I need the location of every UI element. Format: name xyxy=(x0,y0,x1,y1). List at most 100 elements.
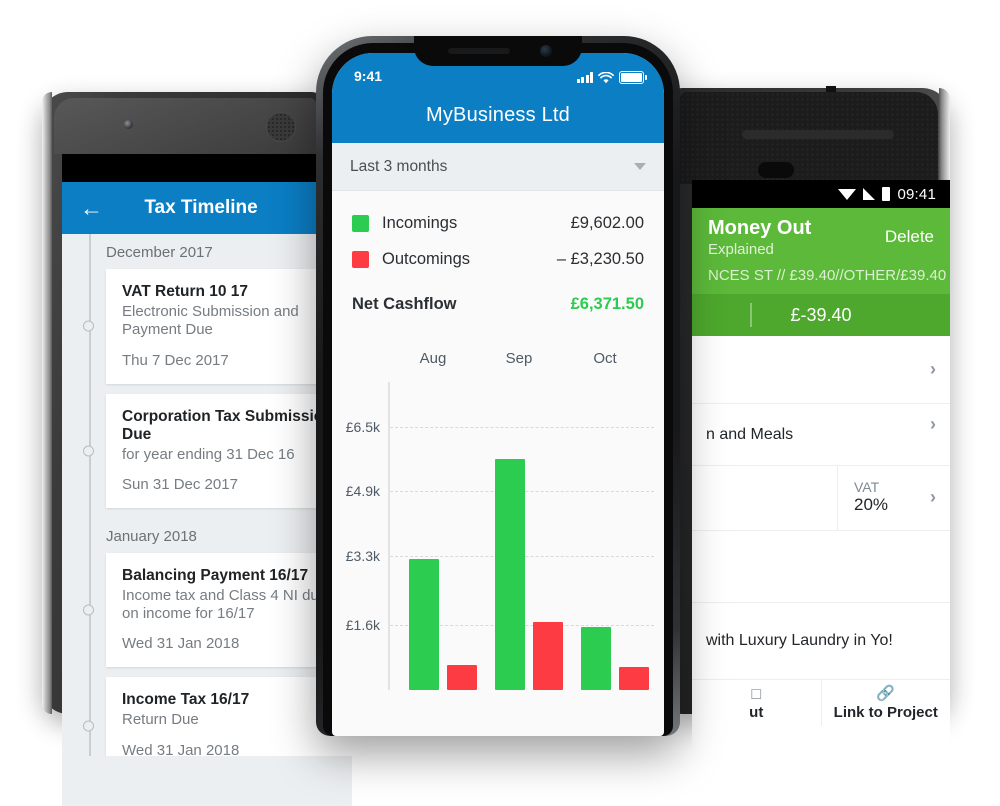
right-phone-device: 09:41 Money Out Explained Delete NCES ST… xyxy=(664,86,950,802)
earpiece-speaker-icon xyxy=(448,48,510,54)
status-clock: 9:41 xyxy=(354,68,383,84)
chevron-right-icon: › xyxy=(930,414,936,434)
summary-row-outcomings: Outcomings – £3,230.50 xyxy=(352,241,644,277)
timeline-dot-icon xyxy=(83,604,94,616)
phone-top-bezel xyxy=(680,92,938,184)
chart-x-labels: Aug Sep Oct xyxy=(390,350,648,374)
chart-bar xyxy=(408,559,439,690)
chart-y-tick: £6.5k xyxy=(345,418,380,435)
month-header: January 2018 xyxy=(62,517,352,553)
vat-row-right[interactable]: VAT 20% › xyxy=(838,466,950,530)
android-status-bar xyxy=(62,154,352,182)
earpiece-speaker-icon xyxy=(266,112,296,142)
center-phone-device: 9:41 MyBusiness Ltd Last 3 months Incomi… xyxy=(316,36,680,736)
timeline-dot-icon xyxy=(83,720,94,732)
vat-row[interactable]: VAT 20% › xyxy=(692,466,950,531)
left-phone-device: ← Tax Timeline December 2017 VAT Return … xyxy=(42,92,352,806)
timeline-dot-icon xyxy=(83,320,94,332)
battery-full-icon xyxy=(619,71,647,84)
chart-x-tick: Sep xyxy=(505,350,533,367)
page-title: Tax Timeline xyxy=(144,197,258,218)
delete-button[interactable]: Delete xyxy=(885,218,934,247)
footer-action-label: ut xyxy=(749,703,764,721)
chart-x-tick: Aug xyxy=(419,350,447,367)
detail-row[interactable]: n and Meals › xyxy=(692,404,950,466)
note-text: with Luxury Laundry in Yo! xyxy=(706,632,893,649)
item-date: Thu 7 Dec 2017 xyxy=(122,351,229,369)
summary-value: £9,602.00 xyxy=(570,213,644,232)
item-subtitle: Electronic Submission and Payment Due xyxy=(122,303,299,339)
front-camera-icon xyxy=(124,120,133,129)
header-title: Money Out xyxy=(708,217,812,239)
phone-edge xyxy=(42,92,52,714)
footer-action[interactable]: 🔗 Link to Project xyxy=(820,680,951,726)
vat-row-left xyxy=(692,466,838,530)
receipt-icon: ◻ xyxy=(750,684,763,702)
chart-bar xyxy=(494,459,525,690)
back-arrow-icon[interactable]: ← xyxy=(80,196,114,220)
item-title: Corporation Tax Submission Due xyxy=(122,407,333,443)
vat-label: VAT xyxy=(854,479,880,495)
summary-row-incomings: Incomings £9,602.00 xyxy=(352,205,644,241)
item-title: Balancing Payment 16/17 xyxy=(122,566,309,584)
vat-value: 20% xyxy=(854,495,889,514)
item-subtitle: Income tax and Class 4 NI due on income … xyxy=(122,586,328,623)
item-date: Wed 31 Jan 2018 xyxy=(122,741,240,756)
chart-y-labels: £1.6k £3.3k £4.9k £6.5k xyxy=(332,340,386,690)
summary-value: – £3,230.50 xyxy=(556,249,644,268)
divider xyxy=(750,303,752,327)
chevron-right-icon: › xyxy=(930,359,936,379)
month-header: December 2017 xyxy=(62,234,352,269)
signal-triangle-icon xyxy=(863,188,876,200)
status-clock: 09:41 xyxy=(897,185,936,203)
screenshot-stage: ← Tax Timeline December 2017 VAT Return … xyxy=(0,0,1000,806)
period-value: Last 3 months xyxy=(350,157,448,175)
app-title: MyBusiness Ltd xyxy=(426,103,570,126)
app-title-bar: MyBusiness Ltd xyxy=(332,87,664,143)
item-date: Wed 31 Jan 2018 xyxy=(122,635,240,653)
row-label: n and Meals xyxy=(706,425,794,443)
chart-y-tick: £4.9k xyxy=(345,483,380,500)
detail-row[interactable]: › xyxy=(692,336,950,404)
timeline-rail xyxy=(89,234,91,756)
spacer-row xyxy=(692,531,950,603)
battery-icon xyxy=(882,187,891,201)
footer-action[interactable]: ◻ ut xyxy=(692,680,821,726)
item-title: VAT Return 10 17 xyxy=(122,283,249,300)
chart-bar-group xyxy=(562,382,649,690)
chart-plot-area: Aug Sep Oct £1.6k £3.3k £4.9k £6.5k xyxy=(332,340,654,690)
summary-label: Outcomings xyxy=(382,249,471,268)
chart-bar xyxy=(580,626,611,690)
amount-value: £-39.40 xyxy=(790,304,852,325)
chart-bar xyxy=(446,664,477,690)
wifi-icon xyxy=(838,188,857,200)
signal-bars-icon xyxy=(576,72,593,83)
net-label: Net Cashflow xyxy=(352,294,457,313)
summary-label: Incomings xyxy=(382,213,458,232)
chart-bars xyxy=(390,382,649,690)
footer-action-label: Link to Project xyxy=(833,703,938,721)
link-icon: 🔗 xyxy=(876,684,896,702)
item-title: Income Tax 16/17 xyxy=(122,691,250,709)
iphone-notch xyxy=(414,36,582,66)
chart-y-tick: £3.3k xyxy=(345,548,380,565)
chart-bar-group xyxy=(476,382,563,690)
right-phone-screen: 09:41 Money Out Explained Delete NCES ST… xyxy=(692,180,950,802)
cashflow-chart[interactable]: Aug Sep Oct £1.6k £3.3k £4.9k £6.5k xyxy=(332,332,664,690)
chevron-right-icon: › xyxy=(930,486,936,507)
timeline-dot-icon xyxy=(83,445,94,457)
note-row[interactable]: with Luxury Laundry in Yo! xyxy=(692,603,950,679)
summary-row-net: Net Cashflow £6,371.50 xyxy=(352,286,644,322)
chart-bar xyxy=(532,621,563,690)
cashflow-summary: Incomings £9,602.00 Outcomings – £3,230.… xyxy=(332,191,664,332)
left-phone-screen: ← Tax Timeline December 2017 VAT Return … xyxy=(62,154,352,806)
front-camera-icon xyxy=(540,45,552,57)
item-date: Sun 31 Dec 2017 xyxy=(122,475,238,493)
net-value: £6,371.50 xyxy=(570,294,644,313)
legend-swatch-incomings xyxy=(352,214,369,232)
tax-timeline-appbar: ← Tax Timeline xyxy=(62,182,352,234)
money-out-header: Money Out Explained Delete NCES ST // £3… xyxy=(692,208,950,294)
tax-timeline-list[interactable]: December 2017 VAT Return 10 17 Electroni… xyxy=(62,234,352,756)
action-footer: ◻ ut 🔗 Link to Project xyxy=(692,679,950,726)
period-selector[interactable]: Last 3 months xyxy=(332,143,664,191)
